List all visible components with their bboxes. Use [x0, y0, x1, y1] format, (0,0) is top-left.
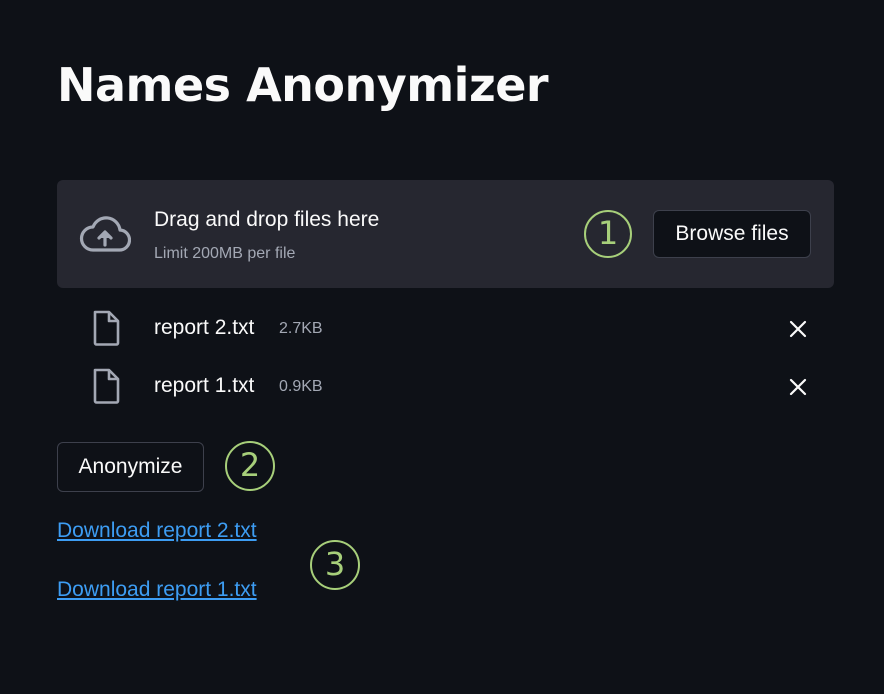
remove-file-button[interactable] [783, 372, 813, 402]
close-icon [789, 320, 807, 338]
callout-2: 2 [225, 441, 275, 491]
page-title: Names Anonymizer [57, 58, 549, 112]
app-page: Names Anonymizer Drag and drop files her… [0, 0, 884, 694]
file-dropzone[interactable]: Drag and drop files here Limit 200MB per… [57, 180, 834, 288]
file-name: report 2.txt [154, 316, 255, 339]
remove-file-button[interactable] [783, 314, 813, 344]
file-icon [93, 310, 120, 346]
anonymize-button[interactable]: Anonymize [57, 442, 204, 492]
file-row: report 2.txt 2.7KB [57, 306, 834, 352]
file-icon [93, 368, 120, 404]
callout-3: 3 [310, 540, 360, 590]
file-name: report 1.txt [154, 374, 255, 397]
dropzone-limit: Limit 200MB per file [154, 245, 296, 262]
file-row: report 1.txt 0.9KB [57, 364, 834, 410]
file-size: 2.7KB [279, 320, 323, 337]
download-link-report-1[interactable]: Download report 1.txt [57, 578, 257, 602]
cloud-upload-icon [79, 216, 131, 252]
callout-1: 1 [584, 210, 632, 258]
close-icon [789, 378, 807, 396]
file-size: 0.9KB [279, 378, 323, 395]
browse-files-button[interactable]: Browse files [653, 210, 811, 258]
download-link-report-2[interactable]: Download report 2.txt [57, 519, 257, 543]
dropzone-instructions: Drag and drop files here [154, 208, 380, 231]
